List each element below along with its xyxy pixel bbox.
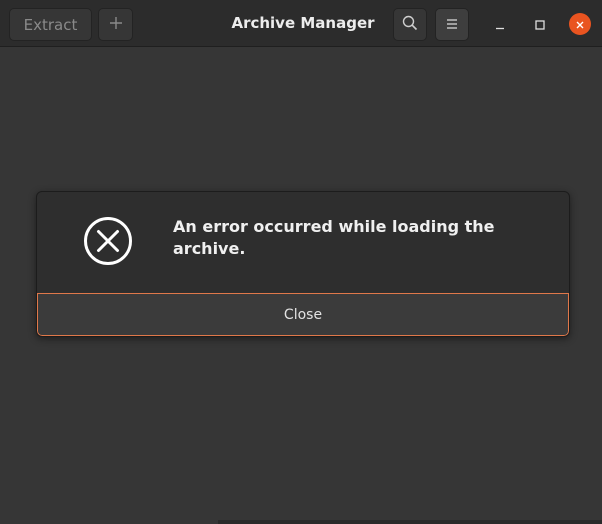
add-button[interactable]	[98, 8, 133, 41]
maximize-button[interactable]	[529, 13, 551, 35]
plus-icon	[109, 16, 123, 34]
close-dialog-button-label: Close	[283, 306, 323, 323]
extract-button-label: Extract	[23, 15, 78, 34]
hamburger-menu-icon	[446, 16, 458, 34]
bottom-edge-strip	[218, 520, 602, 524]
extract-button[interactable]: Extract	[9, 8, 92, 41]
window-title: Archive Manager	[231, 14, 375, 32]
main-menu-button[interactable]	[435, 8, 469, 41]
archive-manager-window: Extract Archive Manager An error occurre…	[0, 0, 602, 524]
search-icon	[402, 15, 418, 35]
maximize-icon	[535, 15, 545, 34]
error-dialog: An error occurred while loading the arch…	[36, 191, 570, 337]
close-icon	[575, 15, 585, 34]
close-window-button[interactable]	[569, 13, 591, 35]
error-circle-x-icon	[83, 216, 133, 266]
minimize-icon	[495, 15, 505, 34]
close-dialog-button[interactable]: Close	[37, 293, 569, 336]
search-button[interactable]	[393, 8, 427, 41]
minimize-button[interactable]	[489, 13, 511, 35]
error-message: An error occurred while loading the arch…	[173, 217, 495, 258]
headerbar: Extract Archive Manager	[0, 0, 602, 47]
